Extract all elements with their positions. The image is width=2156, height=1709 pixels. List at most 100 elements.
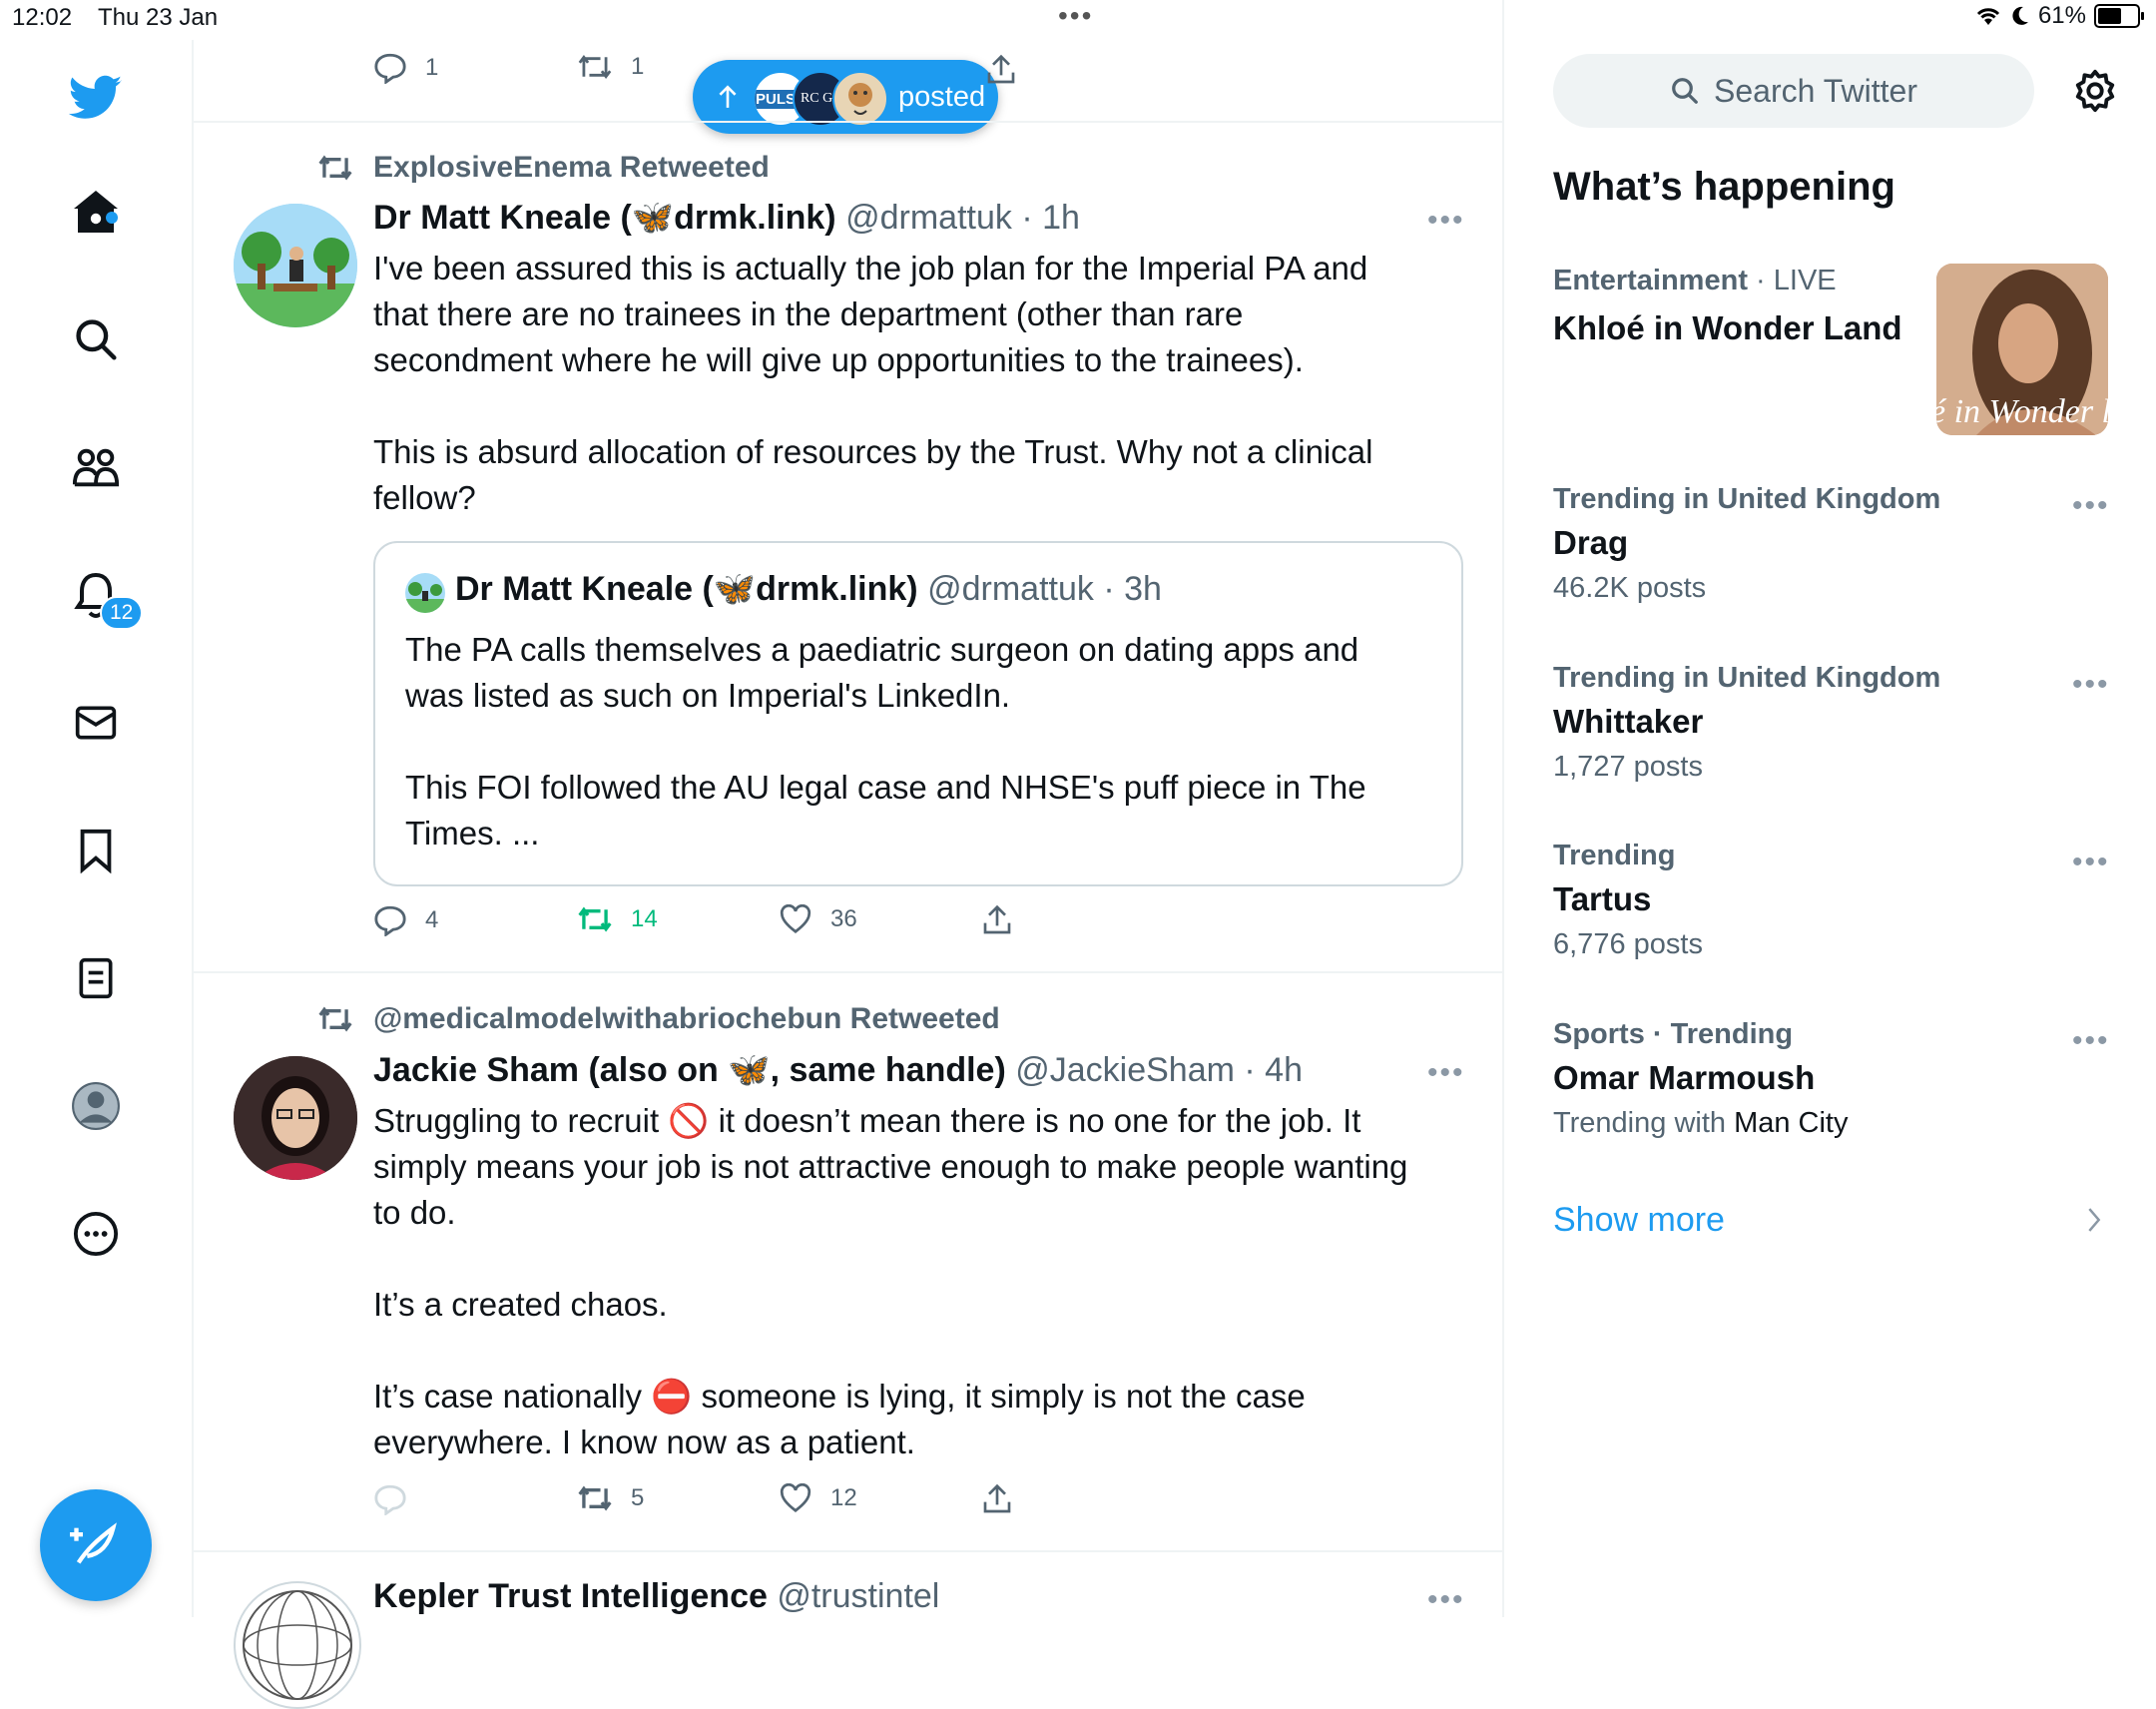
reply-icon [374,1484,406,1515]
explore-search-icon[interactable] [66,309,126,369]
author-handle[interactable]: @drmattuk [845,199,1012,237]
notifications-badge: 12 [100,596,144,630]
home-icon[interactable] [66,182,126,242]
home-unread-dot [106,212,118,224]
tweet-divider [192,121,1502,123]
trend-more-icon[interactable]: ••• [2072,489,2110,523]
trend-item[interactable]: Trending Tartus 6,776 posts [1553,840,2112,961]
quoted-author-avatar [405,573,445,613]
share-icon [983,1483,1011,1513]
featured-image: é in Wonder l [1936,264,2108,435]
tweet-more-menu-icon[interactable]: ••• [1427,1583,1465,1617]
author-name[interactable]: Kepler Trust Intelligence [373,1577,768,1615]
author-name[interactable]: Dr Matt Kneale (🦋drmk.link) [373,199,836,237]
author-handle[interactable]: @trustintel [777,1577,939,1615]
search-placeholder: Search Twitter [1714,72,1917,109]
featured-image-caption: é in Wonder l [1936,393,2108,430]
tweet-time[interactable]: · 1h [1021,199,1080,237]
left-navigation: 12 [0,40,194,1617]
lists-icon[interactable] [66,948,126,1008]
communities-icon[interactable] [66,437,126,497]
trend-more-icon[interactable]: ••• [2072,846,2110,879]
show-more-link[interactable]: Show more [1553,1201,1725,1240]
author-avatar[interactable] [234,1581,361,1709]
tweet-header: Jackie Sham (also on 🦋, same handle) @Ja… [373,1050,1303,1090]
share-button[interactable] [982,904,1012,941]
like-button[interactable]: 36 [779,904,857,934]
compose-tweet-button[interactable] [40,1489,152,1601]
reply-icon [374,905,406,936]
reply-button[interactable]: 1 [373,52,438,84]
author-avatar[interactable] [234,1056,357,1180]
retweeted-by-label: @medicalmodelwithabriochebun Retweeted [373,1002,1000,1035]
share-button[interactable] [986,54,1016,91]
tweet-more-menu-icon[interactable]: ••• [1427,204,1465,238]
trend-more-icon[interactable]: ••• [2072,668,2110,702]
twitter-logo-icon[interactable] [66,68,126,128]
featured-context: Entertainment · LIVE [1553,265,1837,296]
moon-icon [2012,6,2028,25]
reply-button[interactable]: 4 [373,904,438,936]
bookmarks-icon[interactable] [66,821,126,880]
tweet-text: I've been assured this is actually the j… [373,250,1373,516]
retweet-button[interactable]: 5 [577,1483,644,1513]
trend-context: Sports · Trending [1553,1018,1794,1050]
like-count: 36 [830,905,857,932]
status-indicators: 61% [1974,2,2144,30]
retweet-count: 5 [631,1484,645,1511]
author-avatar[interactable] [234,204,357,327]
tweet-more-menu-icon[interactable]: ••• [1427,1056,1465,1090]
share-button[interactable] [982,1483,1012,1520]
reply-count: 4 [425,906,439,933]
retweet-button[interactable]: 14 [577,904,658,934]
trend-title: Tartus [1553,880,1652,917]
quoted-tweet-text: The PA calls themselves a paediatric sur… [405,631,1366,852]
trend-title: Drag [1553,524,1629,561]
retweet-icon [318,155,352,181]
tweet-divider [192,971,1502,973]
settings-gear-icon[interactable] [2072,68,2118,119]
profile-avatar-icon[interactable] [66,1076,126,1136]
whats-happening-heading: What’s happening [1553,165,1895,209]
author-name[interactable]: Jackie Sham (also on 🦋, same handle) [373,1051,1006,1089]
tweet-header: Kepler Trust Intelligence @trustintel [373,1577,939,1616]
quoted-tweet[interactable]: Dr Matt Kneale (🦋drmk.link) @drmattuk · … [373,541,1463,886]
trend-title: Omar Marmoush [1553,1059,1816,1096]
messages-mail-icon[interactable] [66,693,126,753]
share-icon [983,904,1011,934]
retweet-icon [318,1006,352,1032]
trend-item[interactable]: Trending in United Kingdom Whittaker 1,7… [1553,662,2112,784]
retweet-context: @medicalmodelwithabriochebun Retweeted [317,1002,1000,1036]
trend-item[interactable]: Trending in United Kingdom Drag 46.2K po… [1553,483,2112,605]
arrow-up-icon [719,85,737,108]
like-button[interactable]: 12 [779,1483,857,1513]
search-icon [1672,78,1698,104]
author-handle[interactable]: @JackieSham [1015,1051,1235,1089]
compose-feather-icon [70,1522,117,1564]
status-time: 12:02 [12,4,73,31]
quoted-tweet-time: · 3h [1103,570,1162,608]
tweet-time[interactable]: · 4h [1244,1051,1303,1089]
heart-icon [780,904,811,933]
reply-icon [374,53,406,84]
featured-title: Khloé in Wonder Land [1553,309,1902,346]
avatar [832,71,888,127]
trend-more-icon[interactable]: ••• [2072,1024,2110,1058]
search-twitter-input[interactable]: Search Twitter [1553,54,2034,128]
tweet-header: Dr Matt Kneale (🦋drmk.link) @drmattuk · … [373,198,1080,238]
trend-subtitle: Trending with Man City [1553,1107,1849,1139]
trend-item[interactable]: Sports · Trending Omar Marmoush Trending… [1553,1018,2112,1140]
reply-button[interactable] [373,1483,425,1515]
trend-post-count: 6,776 posts [1553,928,1703,960]
like-count: 12 [830,1484,857,1511]
reply-count: 1 [425,54,439,81]
heart-icon [780,1483,811,1512]
retweet-button[interactable]: 1 [577,52,644,82]
trend-context: Trending in United Kingdom [1553,662,1941,694]
quoted-author-name: Dr Matt Kneale (🦋drmk.link) [455,570,918,608]
trend-post-count: 1,727 posts [1553,751,1703,783]
retweet-icon [578,906,612,932]
more-options-icon[interactable] [66,1204,126,1264]
retweet-count: 14 [631,905,658,932]
trend-title: Whittaker [1553,703,1704,740]
